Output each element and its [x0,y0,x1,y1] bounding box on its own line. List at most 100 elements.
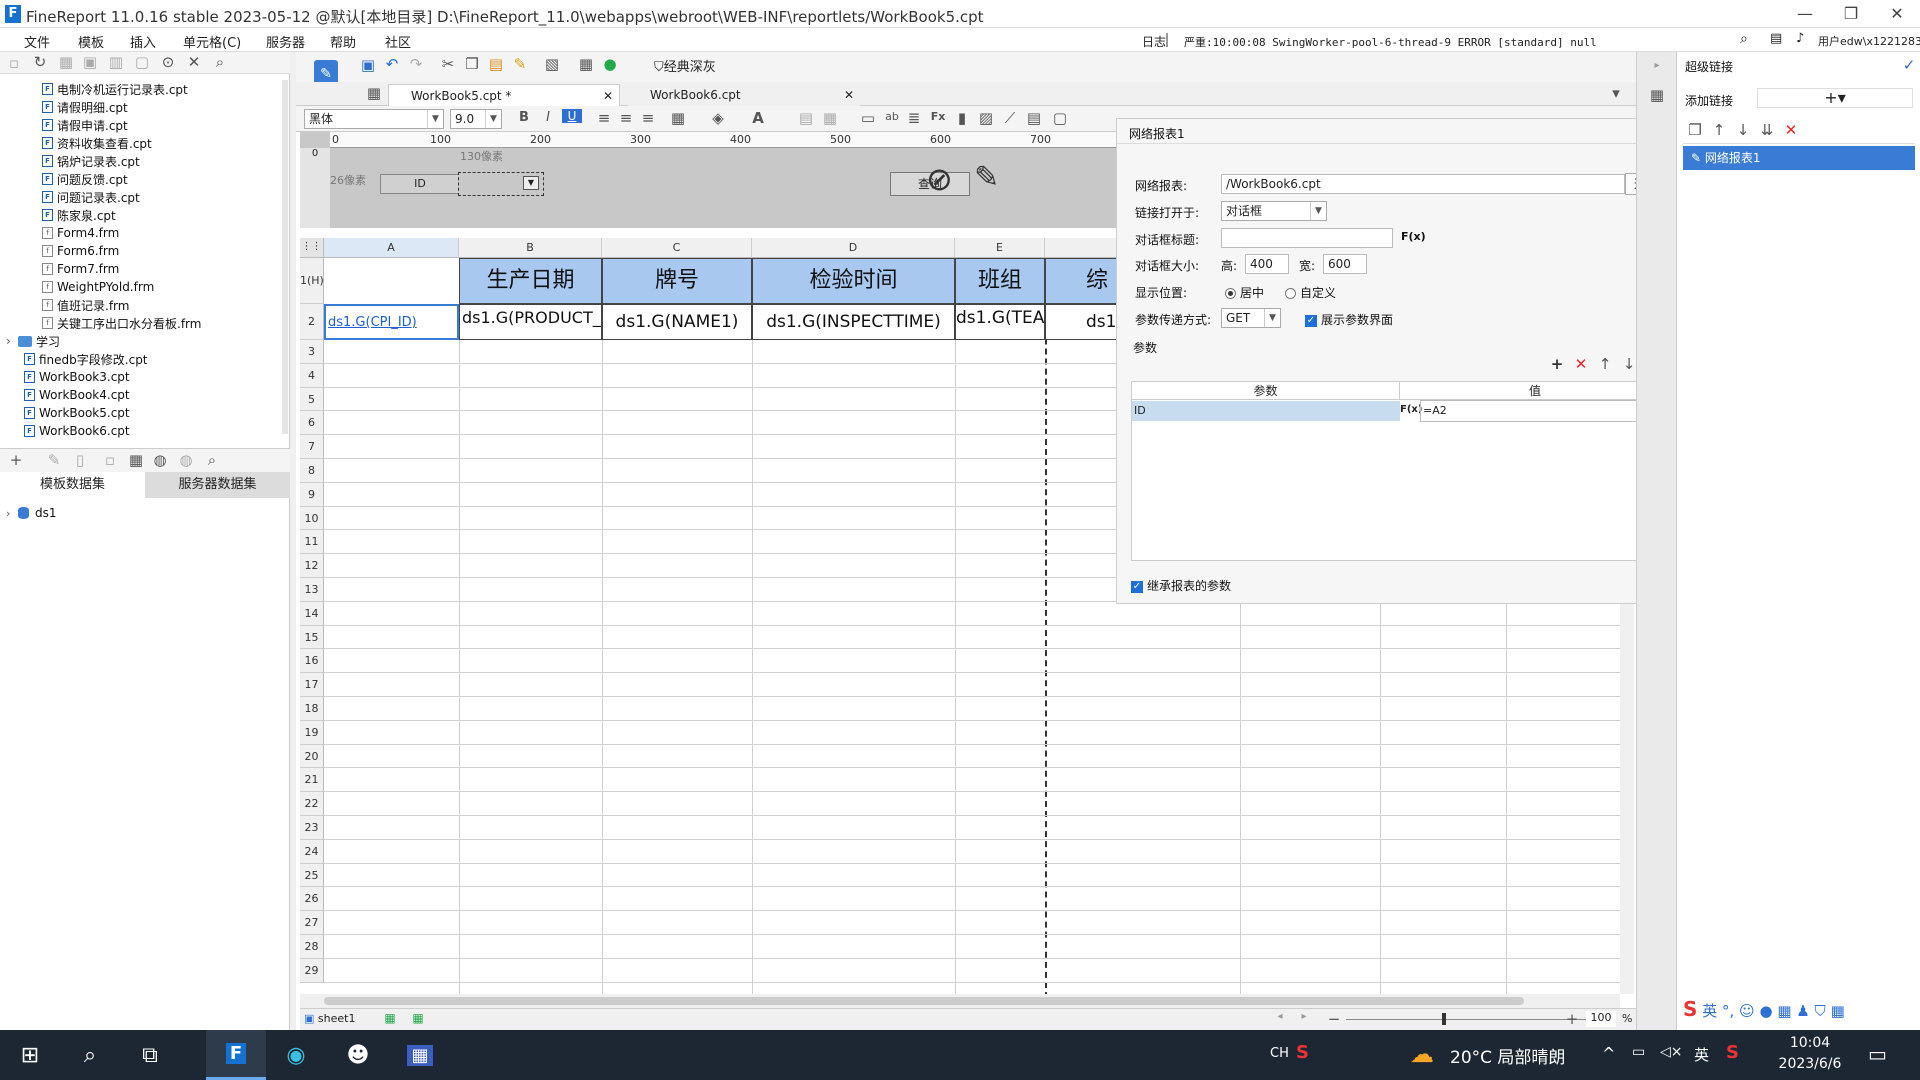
collapse-icon[interactable]: ✕ [184,53,204,71]
lang-indicator[interactable]: CH [1270,1046,1289,1061]
prev-sheet-icon[interactable]: ◂ [1270,1011,1290,1022]
notes-icon[interactable]: ▤ [1770,31,1782,46]
cut-icon[interactable]: ✂ [438,55,458,73]
select-all-corner[interactable]: ⋮⋮ [300,238,324,258]
next-sheet-icon[interactable]: ▸ [1294,1011,1314,1022]
close-button[interactable]: ✕ [1874,0,1920,28]
move-up-icon[interactable]: ↑ [1595,355,1615,373]
cell-e2[interactable]: ds1.G(TEAM_ID) [955,304,1045,340]
fill-color-icon[interactable]: ◈ [708,109,728,127]
menu-file[interactable]: 文件 [24,32,50,51]
search-dataset-icon[interactable]: ⌕ [202,451,222,469]
tree-file[interactable]: F 锅炉记录表.cpt [42,152,140,170]
user-icon[interactable]: ♟ [1796,1002,1809,1020]
align-right-icon[interactable]: ≡ [638,109,658,127]
row-header-2[interactable]: 2 [300,304,324,340]
bell-icon[interactable]: ♪ [1796,31,1804,46]
header-cell-product-date[interactable]: 生产日期 [459,258,602,304]
expand-arrow-icon[interactable]: ▸ [1647,60,1667,71]
image-icon[interactable]: ▨ [976,109,996,127]
refresh-icon[interactable]: ↻ [30,53,50,71]
unmerge-icon[interactable]: ▦ [820,109,840,127]
tree-file[interactable]: F WorkBook6.cpt [24,422,130,440]
tree-file[interactable]: F 问题记录表.cpt [42,188,140,206]
tree-file[interactable]: f 关键工序出口水分看板.frm [42,314,201,332]
row-header[interactable]: 29 [300,958,324,983]
param-name-cell[interactable]: ID [1132,401,1400,421]
link-item[interactable]: ✎ 网络报表1 [1683,146,1915,170]
position-custom-radio[interactable]: 自定义 [1285,284,1336,301]
maximize-button[interactable]: ❐ [1828,0,1874,28]
column-header-e[interactable]: E [955,238,1045,258]
delete-link-icon[interactable]: ✕ [1781,121,1801,139]
search-tree-icon[interactable]: ⌕ [210,53,230,71]
preview-icon[interactable]: ▫ [100,451,120,469]
expand-arrow-icon[interactable]: › [6,507,18,520]
cell-a2-selected[interactable]: ds1.G(CPI_ID) [324,304,459,340]
move-up-icon[interactable]: ↑ [1709,121,1729,139]
tree-file[interactable]: f Form7.frm [42,260,119,278]
sogou-tray-icon[interactable]: S [1296,1042,1309,1063]
zoom-slider-thumb[interactable] [1442,1013,1446,1025]
tree-file[interactable]: F 资料收集查看.cpt [42,134,152,152]
menu-template[interactable]: 模板 [78,32,104,51]
edit-icon[interactable]: ✎ [44,451,64,469]
close-tab-icon[interactable]: ✕ [603,85,613,107]
weather-text[interactable]: 20°C 局部晴朗 [1450,1043,1565,1068]
tab-workbook5[interactable]: WorkBook5.cpt * ✕ [388,84,620,106]
tool-app[interactable]: ▦ [390,1030,450,1080]
start-button[interactable]: ⊞ [0,1030,60,1080]
row-header[interactable]: 26 [300,887,324,912]
redo-icon[interactable]: ↷ [406,55,426,73]
undo-icon[interactable]: ↶ [382,55,402,73]
clock-date[interactable]: 2023/6/6 [1770,1056,1850,1072]
add-link-button[interactable]: +▾ [1757,88,1913,108]
menu-community[interactable]: 社区 [385,32,411,51]
tree-file[interactable]: f 值班记录.frm [42,296,129,314]
zoom-slider[interactable] [1346,1019,1586,1020]
trash-icon[interactable]: ▯ [70,451,90,469]
preview-icon[interactable]: ▦ [576,55,596,73]
row-header[interactable]: 3 [300,340,324,364]
cell-c2[interactable]: ds1.G(NAME1) [602,304,752,340]
param-label-widget[interactable]: ID [380,174,460,194]
dialog-title-input[interactable] [1221,228,1393,248]
row-header[interactable]: 11 [300,530,324,555]
formula-icon[interactable]: F(x) [1401,230,1426,243]
minimize-button[interactable]: — [1782,0,1828,28]
menu-insert[interactable]: 插入 [130,32,156,51]
align-center-icon[interactable]: ≡ [616,109,636,127]
cell-b2[interactable]: ds1.G(PRODUCT_DATE) [459,304,602,340]
tab-workbook6[interactable]: WorkBook6.cpt ✕ [628,84,860,106]
tree-folder[interactable]: › 学习 [6,332,60,350]
tree-file[interactable]: F 请假申请.cpt [42,116,128,134]
header-cell-brand[interactable]: 牌号 [602,258,752,304]
close-tab-icon[interactable]: ✕ [844,84,854,106]
italic-icon[interactable]: I [538,110,558,125]
row-header[interactable]: 4 [300,363,324,388]
chart-icon[interactable]: ▮ [952,109,972,127]
row-header[interactable]: 28 [300,935,324,959]
tree-file[interactable]: F 问题反馈.cpt [42,170,128,188]
expand-arrow-icon[interactable]: › [6,334,18,348]
row-header[interactable]: 6 [300,411,324,436]
row-header[interactable]: 21 [300,768,324,793]
rename-icon[interactable]: ▢ [132,53,152,71]
chat-app[interactable]: ☻ [328,1030,388,1080]
notification-icon[interactable]: ▭ [1868,1042,1887,1066]
clock-time[interactable]: 10:04 [1770,1035,1850,1051]
tree-file[interactable]: Ffinedb字段修改.cpt [24,350,148,368]
param-value-input[interactable]: =A2 [1420,400,1670,422]
copy-link-icon[interactable]: ❐ [1685,121,1705,139]
tree-file[interactable]: F 电制冷机运行记录表.cpt [42,80,188,98]
copy-icon[interactable]: ▣ [80,53,100,71]
row-header[interactable]: 22 [300,792,324,816]
row-header[interactable]: 18 [300,697,324,721]
position-center-radio[interactable]: 居中 [1225,284,1264,301]
database-icon[interactable]: ◍ [150,451,170,469]
align-left-icon[interactable]: ≡ [594,109,614,127]
menu-cell[interactable]: 单元格(C) [183,32,241,51]
tree-scrollbar[interactable] [282,80,288,434]
column-header-b[interactable]: B [459,238,602,258]
column-header-a[interactable]: A [324,238,459,258]
